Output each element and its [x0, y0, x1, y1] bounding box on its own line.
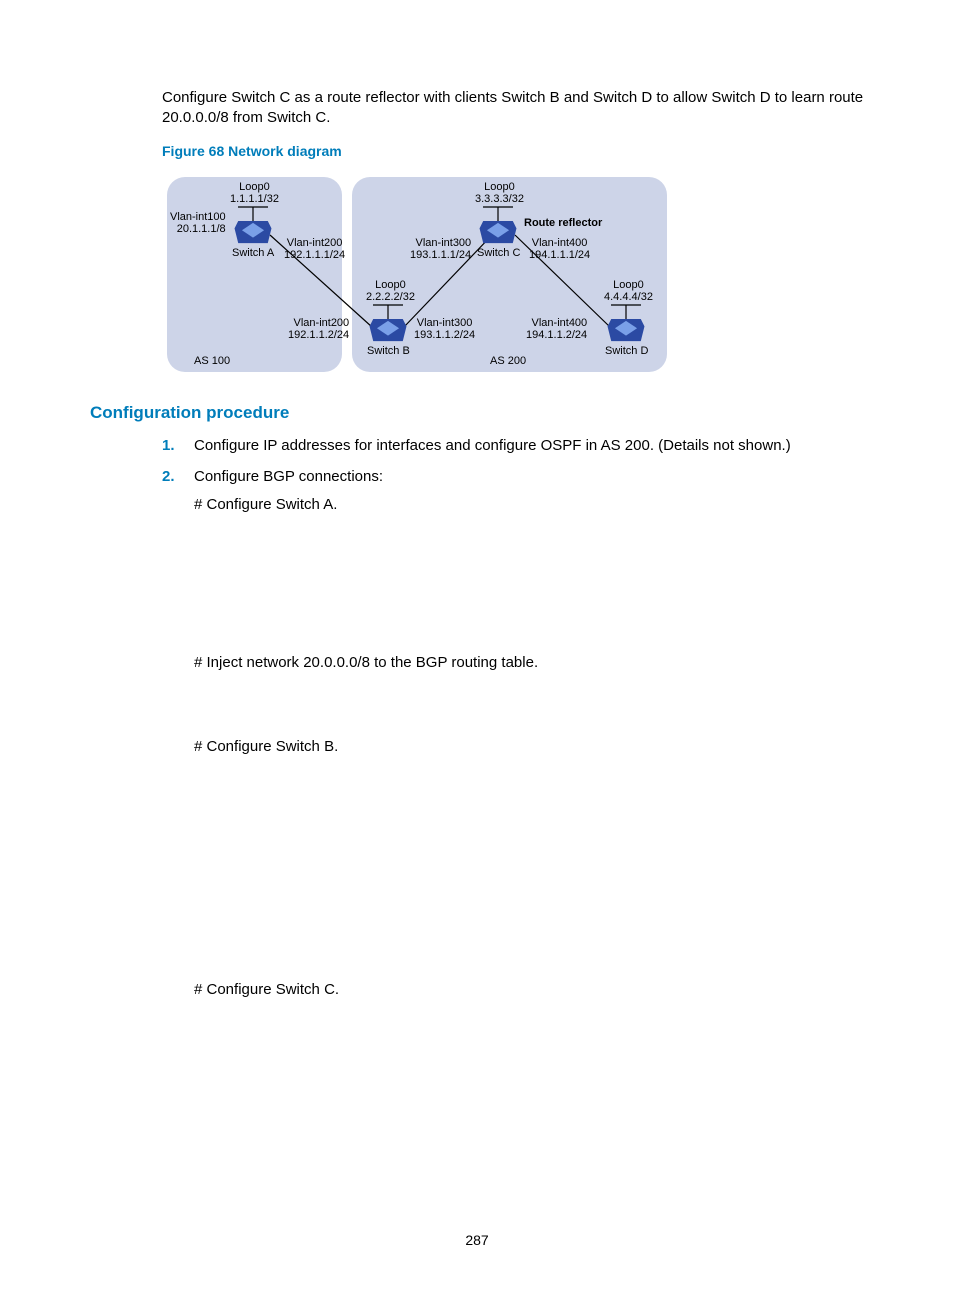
route-reflector-label: Route reflector [524, 217, 602, 229]
switch-b-name: Switch B [367, 345, 410, 357]
switch-a-loop: Loop01.1.1.1/32 [230, 181, 279, 205]
switch-c-vlan300: Vlan-int300193.1.1.1/24 [410, 237, 471, 261]
switch-c-icon [479, 221, 517, 245]
switch-c-name: Switch C [477, 247, 520, 259]
switch-d-loop: Loop04.4.4.4/32 [604, 279, 653, 303]
step-2a: # Configure Switch A. [194, 494, 864, 516]
switch-a-vlan200: Vlan-int200192.1.1.1/24 [284, 237, 345, 261]
step-2d: # Configure Switch C. [194, 979, 864, 1001]
switch-b-vlan200: Vlan-int200192.1.1.2/24 [288, 317, 349, 341]
switch-d-icon [607, 319, 645, 343]
network-diagram: Loop01.1.1.1/32 Vlan-int10020.1.1.1/8 Vl… [162, 167, 672, 377]
switch-c-loop: Loop03.3.3.3/32 [475, 181, 524, 205]
as200-label: AS 200 [490, 355, 526, 367]
step-2c: # Configure Switch B. [194, 736, 864, 758]
switch-d-vlan400: Vlan-int400194.1.1.2/24 [526, 317, 587, 341]
switch-a-icon [234, 221, 272, 245]
switch-a-vlan100: Vlan-int10020.1.1.1/8 [170, 211, 226, 235]
switch-b-icon [369, 319, 407, 343]
step-2-text: Configure BGP connections: [194, 468, 383, 485]
step-2b: # Inject network 20.0.0.0/8 to the BGP r… [194, 652, 864, 674]
page-number: 287 [0, 1232, 954, 1248]
intro-paragraph: Configure Switch C as a route reflector … [162, 88, 864, 129]
step-1: Configure IP addresses for interfaces an… [162, 435, 864, 457]
figure-caption: Figure 68 Network diagram [162, 143, 864, 159]
switch-c-vlan400: Vlan-int400194.1.1.1/24 [529, 237, 590, 261]
section-heading: Configuration procedure [90, 403, 864, 423]
switch-a-name: Switch A [232, 247, 274, 259]
step-1-text: Configure IP addresses for interfaces an… [194, 437, 791, 454]
as100-label: AS 100 [194, 355, 230, 367]
switch-b-vlan300: Vlan-int300193.1.1.2/24 [414, 317, 475, 341]
step-2: Configure BGP connections: # Configure S… [162, 466, 864, 1001]
switch-d-name: Switch D [605, 345, 648, 357]
switch-b-loop: Loop02.2.2.2/32 [366, 279, 415, 303]
